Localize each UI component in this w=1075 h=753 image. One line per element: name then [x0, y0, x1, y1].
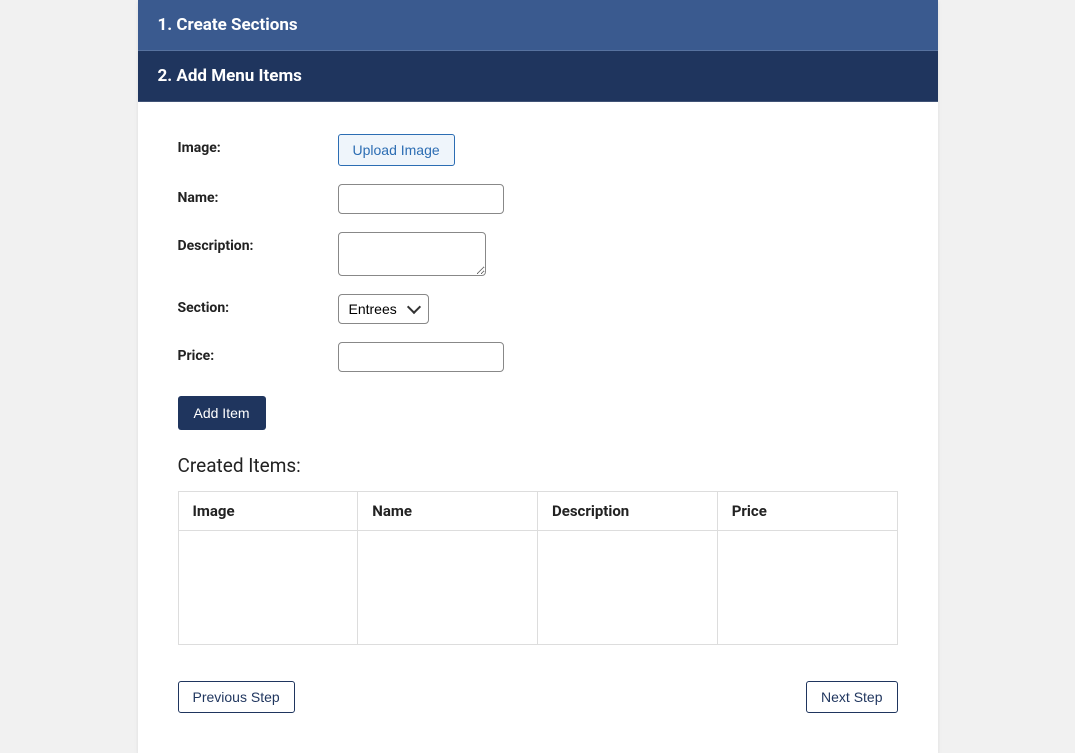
step2-title: 2. Add Menu Items: [158, 66, 302, 86]
col-name: Name: [358, 492, 538, 531]
wizard-container: 1. Create Sections 2. Add Menu Items Ima…: [138, 0, 938, 753]
cell-image: [178, 531, 358, 645]
upload-image-button[interactable]: Upload Image: [338, 134, 455, 166]
form-row-name: Name:: [178, 184, 898, 214]
cell-price: [717, 531, 897, 645]
created-items-title: Created Items:: [178, 454, 898, 477]
description-input[interactable]: [338, 232, 486, 276]
name-label: Name:: [178, 184, 338, 206]
form-row-price: Price:: [178, 342, 898, 372]
col-description: Description: [538, 492, 718, 531]
image-label: Image:: [178, 134, 338, 156]
col-image: Image: [178, 492, 358, 531]
nav-buttons: Previous Step Next Step: [178, 681, 898, 713]
section-label: Section:: [178, 294, 338, 316]
col-price: Price: [717, 492, 897, 531]
step-content: Image: Upload Image Name: Description: S…: [138, 102, 938, 753]
form-row-description: Description:: [178, 232, 898, 276]
table-row: [178, 531, 897, 645]
section-select[interactable]: Entrees: [338, 294, 429, 324]
section-select-wrap: Entrees: [338, 294, 429, 324]
name-input[interactable]: [338, 184, 504, 214]
previous-step-button[interactable]: Previous Step: [178, 681, 295, 713]
table-header-row: Image Name Description Price: [178, 492, 897, 531]
form-row-image: Image: Upload Image: [178, 134, 898, 166]
step-header-create-sections[interactable]: 1. Create Sections: [138, 0, 938, 51]
form-row-section: Section: Entrees: [178, 294, 898, 324]
price-input[interactable]: [338, 342, 504, 372]
description-label: Description:: [178, 232, 338, 254]
step1-title: 1. Create Sections: [158, 15, 298, 35]
price-label: Price:: [178, 342, 338, 364]
cell-description: [538, 531, 718, 645]
cell-name: [358, 531, 538, 645]
next-step-button[interactable]: Next Step: [806, 681, 897, 713]
step-header-add-menu-items[interactable]: 2. Add Menu Items: [138, 51, 938, 102]
created-items-table: Image Name Description Price: [178, 491, 898, 645]
add-item-button[interactable]: Add Item: [178, 396, 266, 430]
